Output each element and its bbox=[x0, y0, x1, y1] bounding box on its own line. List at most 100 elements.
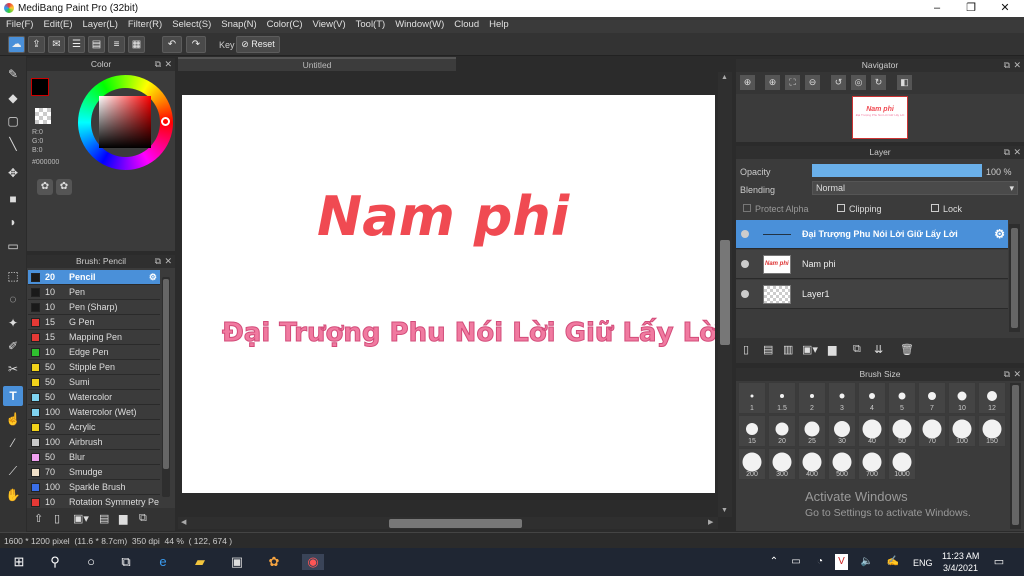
brush-item[interactable]: 50 Sumi bbox=[28, 375, 160, 390]
menu-layer[interactable]: Layer(L) bbox=[83, 17, 118, 33]
select-eraser-icon[interactable]: ✂ bbox=[3, 359, 23, 379]
brush-size-option[interactable]: 500 bbox=[828, 448, 856, 480]
cloud-icon[interactable]: ☁ bbox=[8, 36, 25, 53]
brush-size-option[interactable]: 3 bbox=[828, 382, 856, 414]
brush-size-option[interactable]: 30 bbox=[828, 415, 856, 447]
duplicate-layer-icon[interactable]: ⧉ bbox=[853, 343, 861, 356]
brush-item[interactable]: 10 Pen bbox=[28, 285, 160, 300]
brush-item[interactable]: 50 Blur bbox=[28, 450, 160, 465]
brush-size-option[interactable]: 200 bbox=[738, 448, 766, 480]
layer-row[interactable]: Nam phi Nam phi bbox=[736, 250, 1008, 279]
brush-item[interactable]: 15 G Pen bbox=[28, 315, 160, 330]
brush-size-option[interactable]: 4 bbox=[858, 382, 886, 414]
menu-view[interactable]: View(V) bbox=[313, 17, 346, 33]
scroll-left-icon[interactable]: ◀ bbox=[181, 518, 186, 526]
opacity-slider[interactable] bbox=[812, 164, 982, 177]
search-icon[interactable]: ⚲ bbox=[46, 554, 64, 570]
menu-select[interactable]: Select(S) bbox=[172, 17, 211, 33]
close-panel-icon[interactable]: ✕ bbox=[164, 255, 172, 268]
maximize-button[interactable]: ❐ bbox=[954, 0, 988, 17]
zoom-out-icon[interactable]: ⊖ bbox=[805, 75, 820, 90]
brush-size-option[interactable]: 5 bbox=[888, 382, 916, 414]
comment-icon[interactable]: ✉ bbox=[48, 36, 65, 53]
fit-screen-icon[interactable]: ⛶ bbox=[785, 75, 800, 90]
store-icon[interactable]: ▣ bbox=[228, 554, 246, 570]
brush-size-option[interactable]: 7 bbox=[918, 382, 946, 414]
foreground-color-swatch[interactable] bbox=[31, 78, 49, 96]
gear-icon[interactable]: ⚙ bbox=[994, 227, 1005, 241]
close-panel-icon[interactable]: ✕ bbox=[164, 58, 172, 71]
brush-size-option[interactable]: 100 bbox=[948, 415, 976, 447]
delete-layer-icon[interactable]: 🗑 bbox=[900, 343, 914, 356]
duplicate-brush-icon[interactable]: ⧉ bbox=[139, 512, 147, 525]
text-tool-icon[interactable]: T bbox=[3, 386, 23, 406]
brush-item[interactable]: 100 Airbrush bbox=[28, 435, 160, 450]
line-tool-icon[interactable]: ╲ bbox=[3, 134, 23, 154]
clipping-checkbox[interactable] bbox=[837, 204, 845, 212]
brush-item[interactable]: 10 Pen (Sharp) bbox=[28, 300, 160, 315]
rotate-reset-icon[interactable]: ◎ bbox=[851, 75, 866, 90]
select-pen-icon[interactable]: ✐ bbox=[3, 336, 23, 356]
brush-list-scrollbar[interactable] bbox=[162, 277, 170, 497]
close-panel-icon[interactable]: ✕ bbox=[1013, 146, 1021, 159]
menu-edit[interactable]: Edit(E) bbox=[43, 17, 72, 33]
zoom-in-icon[interactable]: ⊕ bbox=[740, 75, 755, 90]
brush-size-option[interactable]: 150 bbox=[978, 415, 1006, 447]
undock-icon[interactable]: ⧉ bbox=[155, 58, 161, 71]
brush-size-option[interactable]: 2 bbox=[798, 382, 826, 414]
brush-menu-icon[interactable]: ▣▾ bbox=[73, 512, 89, 525]
new-halftone-layer-icon[interactable]: ▥ bbox=[783, 343, 793, 356]
undock-icon[interactable]: ⧉ bbox=[1004, 146, 1010, 159]
brush-tool-icon[interactable]: ✎ bbox=[3, 64, 23, 84]
undock-icon[interactable]: ⧉ bbox=[1004, 59, 1010, 72]
divide-tool-icon[interactable]: ⁄ bbox=[3, 433, 23, 453]
layer-row[interactable]: Layer1 bbox=[736, 280, 1008, 309]
windows-start-icon[interactable]: ⊞ bbox=[10, 554, 28, 570]
task-view-icon[interactable]: ⧉ bbox=[117, 554, 135, 570]
palette-icon[interactable]: ✿ bbox=[37, 179, 53, 195]
layer-row[interactable]: Đại Trượng Phu Nói Lời Giữ Lấy Lời ⚙ bbox=[736, 220, 1008, 249]
canvas-paper[interactable]: Nam phi Đại Trượng Phu Nói Lời Giữ Lấy L… bbox=[182, 95, 715, 493]
paint-app-icon[interactable]: ✿ bbox=[265, 554, 283, 570]
brush-size-option[interactable]: 1.5 bbox=[768, 382, 796, 414]
document-icon[interactable]: ▤ bbox=[88, 36, 105, 53]
brush-size-option[interactable]: 40 bbox=[858, 415, 886, 447]
undo-icon[interactable]: ↶ bbox=[162, 36, 182, 53]
eye-icon[interactable] bbox=[741, 290, 749, 298]
rotate-right-icon[interactable]: ↻ bbox=[871, 75, 886, 90]
brush-size-option[interactable]: 50 bbox=[888, 415, 916, 447]
brush-size-option[interactable]: 12 bbox=[978, 382, 1006, 414]
palette-add-icon[interactable]: ✿ bbox=[56, 179, 72, 195]
brush-item[interactable]: 20 Pencil ⚙ bbox=[28, 270, 160, 285]
rectangle-tool-icon[interactable]: ▢ bbox=[3, 111, 23, 131]
gear-icon[interactable]: ⚙ bbox=[149, 270, 157, 285]
gradient-tool-icon[interactable]: ▭ bbox=[3, 236, 23, 256]
zoom-in-alt-icon[interactable]: ⊕ bbox=[765, 75, 780, 90]
canvas-horizontal-scrollbar[interactable]: ◀ ▶ bbox=[178, 517, 718, 529]
wifi-icon[interactable]: ◔ bbox=[811, 554, 829, 570]
message-icon[interactable]: ☰ bbox=[68, 36, 85, 53]
fill-shape-icon[interactable]: ■ bbox=[3, 189, 23, 209]
merge-layer-icon[interactable]: ⇊ bbox=[874, 343, 883, 356]
new-layer-alt-icon[interactable]: ▤ bbox=[763, 343, 773, 356]
undock-icon[interactable]: ⧉ bbox=[155, 255, 161, 268]
folder-icon[interactable]: ▆ bbox=[828, 343, 836, 356]
eye-icon[interactable] bbox=[741, 230, 749, 238]
brush-item[interactable]: 100 Watercolor (Wet) bbox=[28, 405, 160, 420]
edge-browser-icon[interactable]: e bbox=[154, 554, 172, 570]
brush-size-option[interactable]: 15 bbox=[738, 415, 766, 447]
canvas-vertical-scrollbar[interactable]: ▲ ▼ bbox=[718, 72, 732, 517]
pen-icon[interactable]: ✍ bbox=[884, 554, 902, 570]
saturation-value-square[interactable] bbox=[99, 96, 151, 148]
menu-tool[interactable]: Tool(T) bbox=[356, 17, 386, 33]
language-indicator[interactable]: ENG bbox=[913, 558, 933, 568]
brush-item[interactable]: 50 Acrylic bbox=[28, 420, 160, 435]
clock-time[interactable]: 11:23 AM bbox=[942, 551, 979, 561]
show-hidden-icons[interactable]: ⌃ bbox=[765, 554, 783, 570]
brush-item[interactable]: 50 Watercolor bbox=[28, 390, 160, 405]
brush-size-option[interactable]: 10 bbox=[948, 382, 976, 414]
scroll-right-icon[interactable]: ▶ bbox=[708, 518, 713, 526]
move-tool-icon[interactable]: ✥ bbox=[3, 163, 23, 183]
volume-icon[interactable]: 🔈 bbox=[858, 554, 876, 570]
hand-tool-icon[interactable]: ✋ bbox=[3, 485, 23, 505]
